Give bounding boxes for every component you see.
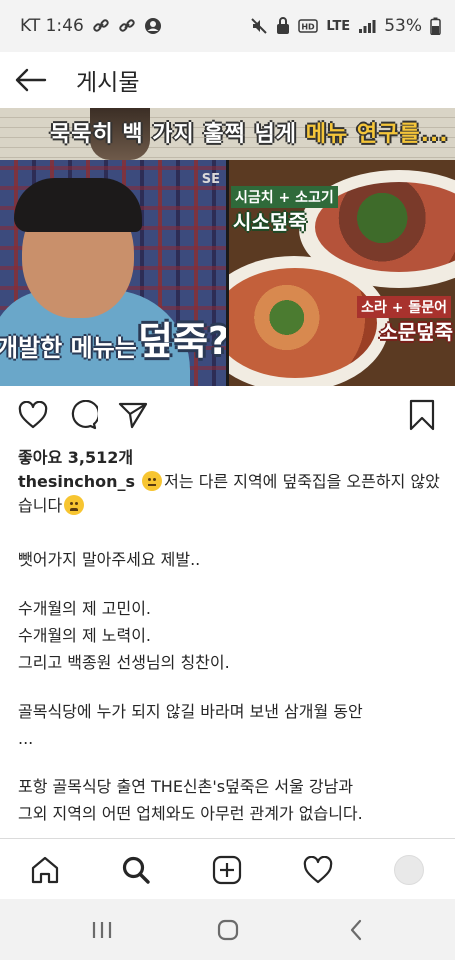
image-top-strip: 묵묵히 백 가지 훌쩍 넘게 메뉴 연구를... [0,108,455,160]
caption-line: 그리고 백종원 선생님의 칭찬이. [18,653,230,672]
subtitle-part-a: 묵묵히 백 가지 훌쩍 넘게 [50,122,306,147]
caption-paragraph-3: 골목식당에 누가 되지 않길 바라며 보낸 삼개월 동안 ... [18,698,443,752]
caption-paragraph-2: 수개월의 제 고민이. 수개월의 제 노력이. 그리고 백종원 선생님의 칭찬이… [18,595,443,676]
system-navigation-bar [0,899,455,960]
app-header: 게시물 [0,52,455,108]
battery-percent: 53% [384,16,422,36]
image-subtitle-left: 개발한 메뉴는 [0,334,137,362]
chevron-left-icon [350,919,362,941]
privacy-face-icon [144,17,162,35]
comment-icon [71,400,98,430]
status-right: HD LTE 53% [250,16,441,36]
dish-tag-bottom-small: 소라 + 돌문어 [357,296,451,318]
save-button[interactable] [405,398,439,432]
back-system-button[interactable] [339,913,373,947]
send-icon [118,402,148,429]
nav-create[interactable] [208,851,246,889]
bookmark-icon [409,399,435,431]
signal-icon [358,18,376,34]
home-icon [31,856,59,884]
share-button[interactable] [116,398,150,432]
nav-search[interactable] [117,851,155,889]
neutral-face-emoji-icon [142,471,163,491]
mute-icon [250,17,268,35]
likes-count[interactable]: 좋아요 3,512개 [18,444,133,468]
caption-line: 골목식당에 누가 되지 않길 바라며 보낸 삼개월 동안 [18,702,363,721]
back-arrow-icon [15,68,47,92]
nav-activity[interactable] [299,851,337,889]
battery-icon [430,17,441,35]
hair-shape [14,178,142,232]
caption-paragraph-1: 뺏어가지 말아주세요 제발.. [18,546,443,573]
link-icon [92,17,110,35]
heart-icon [18,401,48,429]
page-title: 게시물 [76,70,140,96]
back-button[interactable] [0,52,62,108]
post-image[interactable]: 묵묵히 백 가지 훌쩍 넘게 메뉴 연구를... SE 개발한 메뉴는 덮죽? … [0,108,455,386]
caption-line: 그외 지역의 어떤 업체와도 아무런 관계가 없습니다. [18,804,363,823]
caption-username[interactable]: thesinchon_s [18,472,135,491]
caption-line: 수개월의 제 고민이. [18,599,152,618]
home-square-icon [217,919,239,941]
dish-tag-top-small: 시금치 + 소고기 [231,186,338,208]
post-caption: thesinchon_s 저는 다른 지역에 덮죽집을 오픈하지 않았습니다 [18,470,443,518]
status-left: KT 1:46 [20,16,162,36]
carrier-time: KT 1:46 [20,16,84,36]
image-right-panel: 시금치 + 소고기 시소덮죽 소라 + 돌문어 소문덮죽 [229,160,455,386]
add-post-icon [212,855,242,885]
svg-text:HD: HD [302,23,316,32]
search-icon [122,856,150,884]
dish-tag-top-big: 시소덮죽 [233,210,307,234]
caption-line: 수개월의 제 노력이. [18,626,152,645]
home-system-button[interactable] [211,913,245,947]
image-subtitle-big: 덮죽? [138,319,226,363]
dish-tag-bottom-big: 소문덮죽 [379,320,453,344]
pleading-face-emoji-icon [64,495,85,515]
recent-apps-icon [92,922,112,938]
caption-paragraph-4: 포항 골목식당 출연 THE신촌's덮죽은 서울 강남과 그외 지역의 어떤 업… [18,773,443,827]
avatar [394,855,424,885]
caption-line: ... [18,729,34,748]
image-left-panel: SE 개발한 메뉴는 덮죽? [0,160,226,386]
image-subtitle-top: 묵묵히 백 가지 훌쩍 넘게 메뉴 연구를... [50,116,449,148]
nav-profile[interactable] [390,851,428,889]
subtitle-part-b: 메뉴 연구를... [305,122,449,147]
comment-button[interactable] [66,398,100,432]
bottom-nav [0,838,455,899]
nav-home[interactable] [26,851,64,889]
like-button[interactable] [16,398,50,432]
link-icon [118,17,136,35]
hd-icon: HD [298,18,319,34]
recent-apps-button[interactable] [85,913,119,947]
status-bar: KT 1:46 HD LTE 53% [0,0,455,52]
caption-line: 포항 골목식당 출연 THE신촌's덮죽은 서울 강남과 [18,777,354,796]
lock-icon [276,17,290,35]
network-type: LTE [326,18,351,34]
post-action-bar [0,392,455,438]
broadcast-watermark: SE [201,172,220,187]
caption-line: 뺏어가지 말아주세요 제발.. [18,550,201,569]
heart-icon [303,856,333,884]
